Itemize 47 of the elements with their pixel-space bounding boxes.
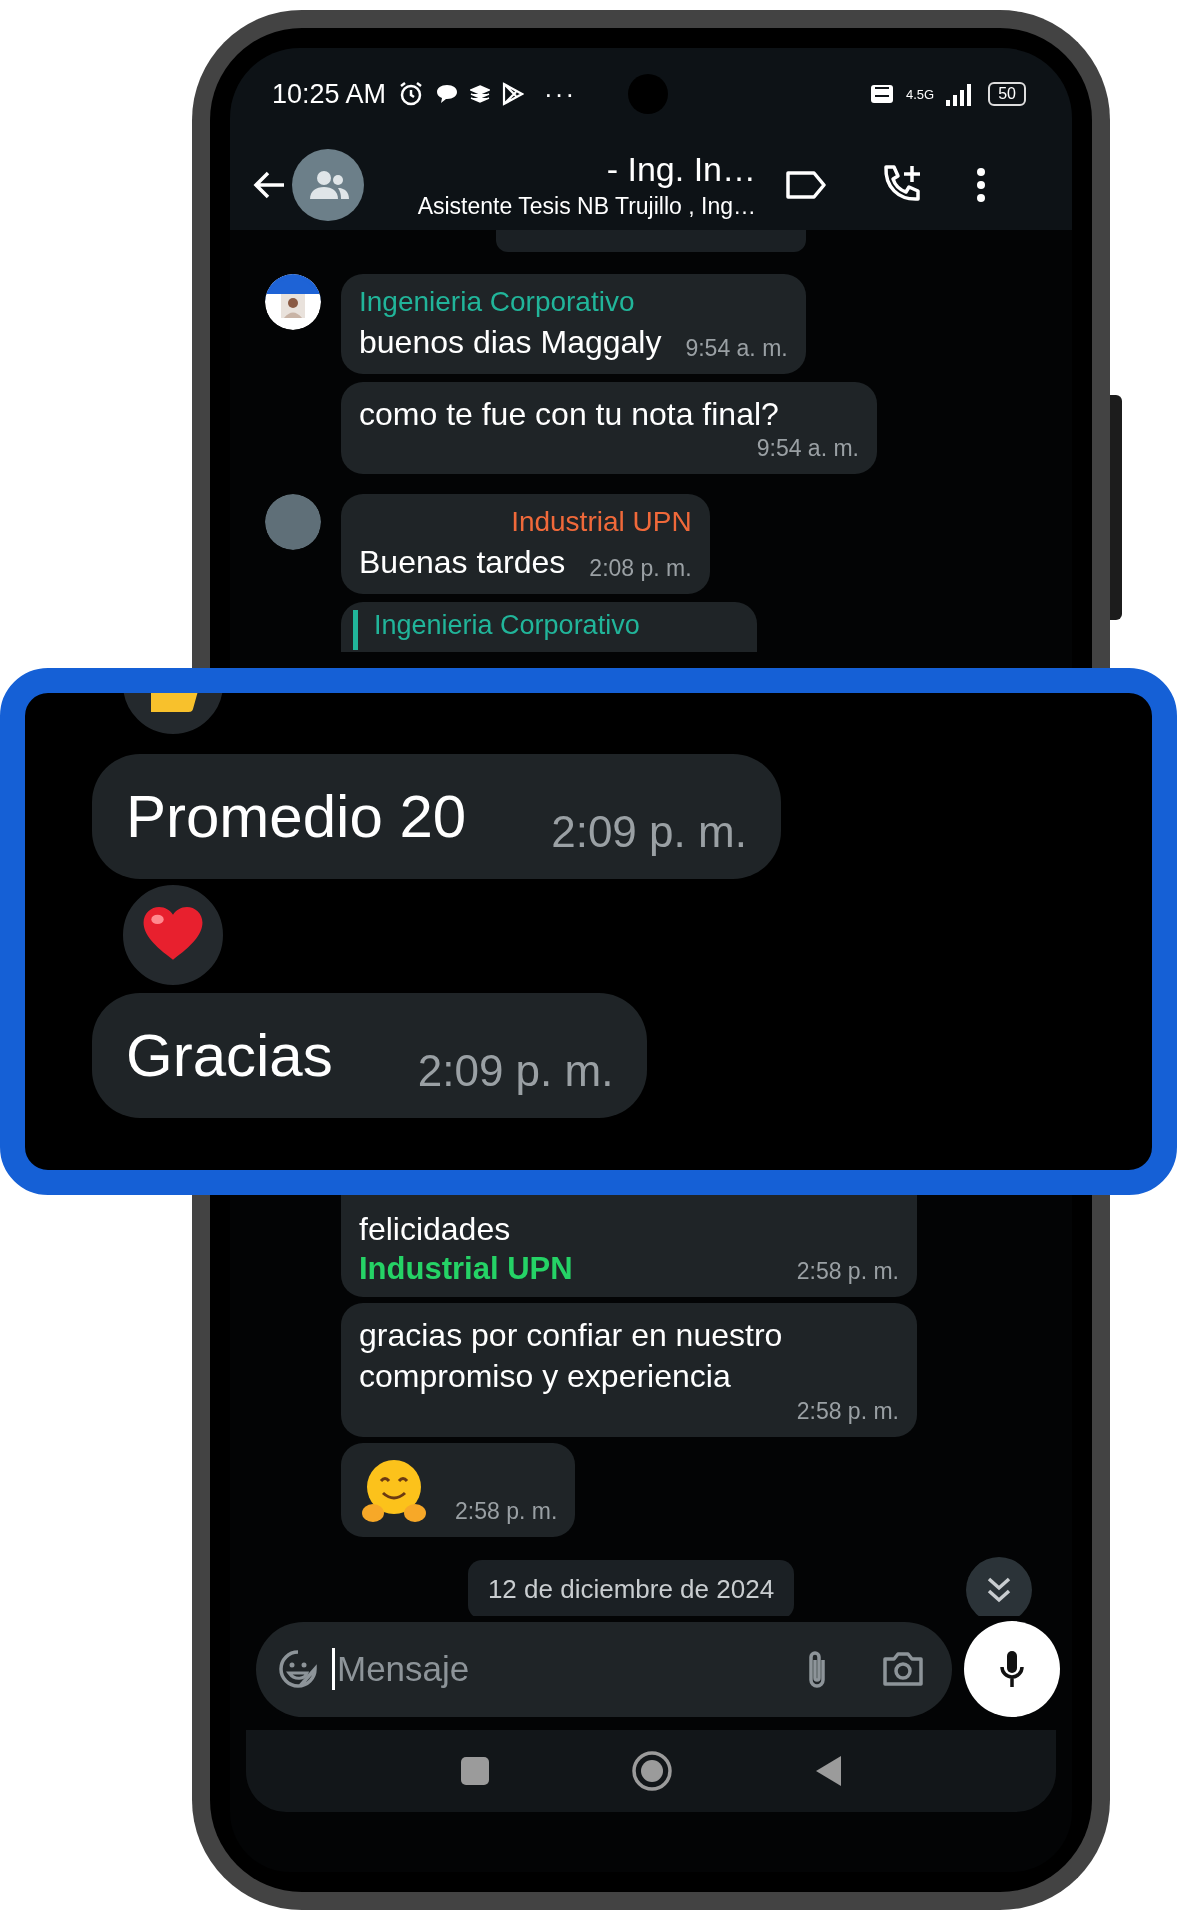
message-time: 2:58 p. m. xyxy=(796,1257,899,1286)
composer-field[interactable]: Mensaje xyxy=(256,1621,952,1717)
message-bubble[interactable]: felicidades Industrial UPN 2:58 p. m. xyxy=(341,1195,917,1297)
layers-icon xyxy=(470,85,491,103)
chat-title[interactable]: - Ing. In… xyxy=(606,150,756,189)
message-time: 2:58 p. m. xyxy=(455,1497,558,1526)
sticker-icon[interactable] xyxy=(278,1649,318,1689)
message-time: 2:58 p. m. xyxy=(796,1397,899,1426)
quoted-message[interactable]: Ingenieria Corporativo xyxy=(341,601,757,652)
message-bubble[interactable]: 2:58 p. m. xyxy=(341,1442,576,1537)
double-chevron-icon xyxy=(986,1575,1012,1604)
microphone-icon xyxy=(999,1649,1025,1689)
message-bubble[interactable]: como te fue con tu nota final? 9:54 a. m. xyxy=(341,381,877,475)
quoted-sender: Ingenieria Corporativo xyxy=(353,609,745,650)
scroll-down-button[interactable] xyxy=(966,1556,1032,1616)
message-bubble[interactable]: Industrial UPN Buenas tardes 2:08 p. m. xyxy=(341,494,710,594)
play-icon xyxy=(502,82,525,106)
avatar[interactable] xyxy=(265,274,321,330)
message-bubble[interactable]: Ingenieria Corporativo buenos dias Maggaly 9:54 a. m. xyxy=(341,274,806,374)
battery-indicator: 50 xyxy=(988,82,1026,106)
label-icon[interactable] xyxy=(786,171,826,199)
message-text: gracias por confiar en nuestro compromiso y experiencia xyxy=(359,1315,784,1397)
message-text: como te fue con tu nota final? xyxy=(359,394,779,434)
home-icon[interactable] xyxy=(631,1750,673,1792)
date-chip: 12 de diciembre de 2024 xyxy=(467,1560,795,1616)
sender-name: Industrial UPN xyxy=(511,506,692,539)
chat-members: Asistente Tesis NB Trujillo , Ing… xyxy=(417,193,756,220)
mention-link[interactable]: Industrial UPN xyxy=(359,1250,573,1287)
message-text: buenos dias Maggaly xyxy=(359,323,662,362)
more-notifications: ··· xyxy=(544,78,577,110)
message-bubble[interactable]: gracias por confiar en nuestro compromiso y experiencia 2:58 p. m. xyxy=(341,1302,917,1437)
network-type: 4.5G xyxy=(906,87,935,101)
recents-icon[interactable] xyxy=(459,1755,491,1787)
chat-icon xyxy=(436,84,459,104)
message-field[interactable]: Mensaje xyxy=(332,1648,790,1690)
sender-name: Ingenieria Corporativo xyxy=(359,286,636,318)
message-text: felicidades xyxy=(359,1210,512,1249)
camera-icon[interactable] xyxy=(882,1651,924,1687)
message-time: 9:54 a. m. xyxy=(756,435,859,464)
message-time: 9:54 a. m. xyxy=(685,334,788,363)
message-bubble[interactable]: Promedio 20 2:09 p. m. xyxy=(92,754,781,879)
back-arrow-icon[interactable] xyxy=(252,170,286,200)
message-bubble[interactable]: Gracias 2:09 p. m. xyxy=(92,993,648,1118)
message-text: Buenas tardes xyxy=(359,543,566,583)
status-time: 10:25 AM xyxy=(272,78,387,110)
more-options-icon[interactable] xyxy=(976,168,986,202)
message-time: 2:08 p. m. xyxy=(589,554,692,583)
